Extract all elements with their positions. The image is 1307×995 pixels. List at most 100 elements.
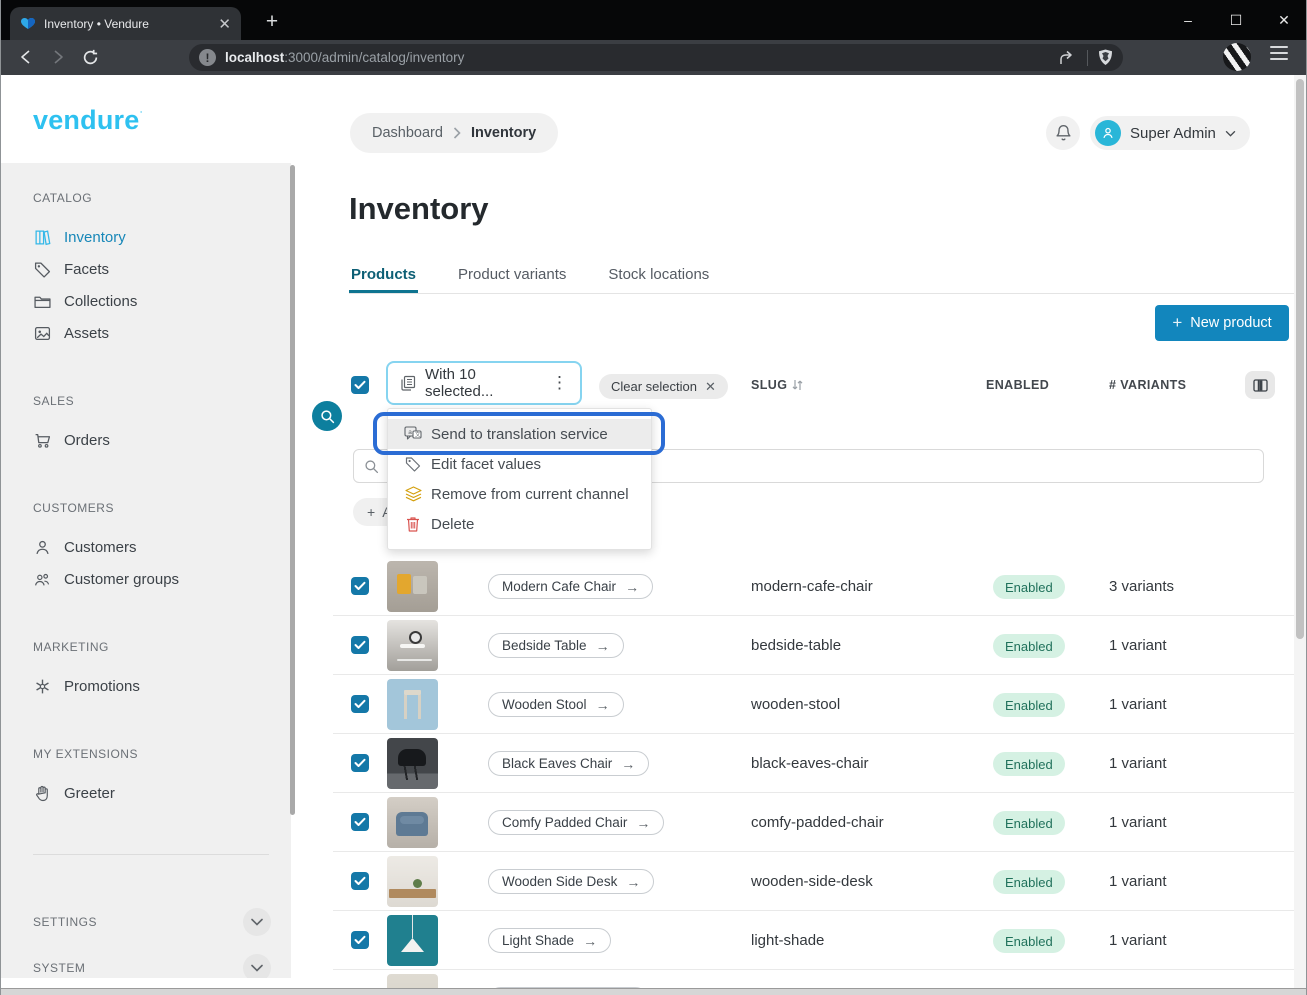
- book-icon: [33, 228, 51, 246]
- product-slug: modern-cafe-chair: [751, 578, 873, 595]
- breadcrumb[interactable]: Dashboard Inventory: [350, 113, 558, 153]
- product-link[interactable]: Black Eaves Chair→: [488, 751, 649, 776]
- tab-products[interactable]: Products: [349, 260, 418, 293]
- sidebar-item-inventory[interactable]: Inventory: [33, 221, 273, 253]
- window-minimize-button[interactable]: –: [1180, 12, 1196, 28]
- scrollbar-thumb[interactable]: [1296, 79, 1304, 639]
- column-header-enabled[interactable]: ENABLED: [986, 378, 1049, 392]
- settings-expand-button[interactable]: [243, 908, 271, 936]
- menu-item-remove-from-channel[interactable]: Remove from current channel: [388, 479, 651, 509]
- translate-icon: a文: [404, 426, 422, 442]
- product-link[interactable]: Comfy Padded Chair→: [488, 810, 664, 835]
- browser-window: Inventory • Vendure ✕ + – ☐ ✕ ! localhos…: [0, 0, 1307, 995]
- breadcrumb-dashboard[interactable]: Dashboard: [372, 125, 443, 141]
- cart-icon: [33, 431, 51, 449]
- sidebar-item-label: Customer groups: [64, 571, 179, 588]
- tab-stock-locations[interactable]: Stock locations: [606, 260, 711, 293]
- row-checkbox[interactable]: [351, 695, 369, 713]
- row-checkbox[interactable]: [351, 931, 369, 949]
- product-thumbnail: [387, 679, 438, 730]
- tab-bar: Products Product variants Stock location…: [349, 260, 1294, 294]
- window-close-button[interactable]: ✕: [1276, 12, 1292, 29]
- sidebar-scrollbar[interactable]: [290, 165, 295, 815]
- sidebar-item-customers[interactable]: Customers: [33, 531, 273, 563]
- sidebar-item-label: Assets: [64, 325, 109, 342]
- product-link[interactable]: Modern Cafe Chair→: [488, 574, 653, 599]
- columns-icon: [1253, 379, 1268, 392]
- kebab-menu-icon: ⋮: [551, 373, 568, 393]
- row-checkbox[interactable]: [351, 872, 369, 890]
- row-checkbox[interactable]: [351, 636, 369, 654]
- row-checkbox[interactable]: [351, 813, 369, 831]
- status-badge: Enabled: [993, 811, 1065, 835]
- new-product-button[interactable]: + New product: [1155, 305, 1289, 341]
- row-checkbox[interactable]: [351, 577, 369, 595]
- product-slug: wooden-side-desk: [751, 873, 873, 890]
- reload-button-icon[interactable]: [78, 45, 102, 69]
- table-row-partial: [333, 970, 1294, 988]
- browser-tab-strip: Inventory • Vendure ✕ + – ☐ ✕: [1, 0, 1306, 40]
- product-link[interactable]: Wooden Side Desk→: [488, 869, 654, 894]
- sidebar-item-promotions[interactable]: Promotions: [33, 670, 273, 702]
- product-slug: wooden-stool: [751, 696, 840, 713]
- site-info-icon[interactable]: !: [199, 49, 216, 66]
- sidebar-item-collections[interactable]: Collections: [33, 285, 273, 317]
- menu-item-delete[interactable]: Delete: [388, 509, 651, 539]
- system-expand-button[interactable]: [243, 954, 271, 978]
- new-tab-button[interactable]: +: [259, 10, 285, 34]
- variant-count: 1 variant: [1109, 637, 1167, 654]
- variant-count: 1 variant: [1109, 932, 1167, 949]
- share-icon[interactable]: [1059, 50, 1077, 66]
- brave-shield-icon[interactable]: [1098, 49, 1113, 66]
- promo-icon: [33, 677, 51, 695]
- browser-menu-icon[interactable]: [1270, 46, 1288, 60]
- browser-tab[interactable]: Inventory • Vendure ✕: [10, 7, 241, 40]
- forward-button-icon[interactable]: [46, 45, 70, 69]
- clear-selection-chip[interactable]: Clear selection ✕: [599, 374, 728, 399]
- row-checkbox[interactable]: [351, 754, 369, 772]
- tab-close-icon[interactable]: ✕: [218, 15, 231, 33]
- sidebar-item-facets[interactable]: Facets: [33, 253, 273, 285]
- column-header-variants[interactable]: # VARIANTS: [1109, 378, 1186, 392]
- tab-product-variants[interactable]: Product variants: [456, 260, 568, 293]
- product-link[interactable]: Wooden Stool→: [488, 692, 624, 717]
- table-row: Wooden Side Desk→ wooden-side-desk Enabl…: [333, 852, 1294, 911]
- sidebar-item-assets[interactable]: Assets: [33, 317, 273, 349]
- chevron-right-icon: [453, 127, 461, 139]
- chevron-down-icon: [251, 918, 263, 926]
- product-link[interactable]: Bedside Table→: [488, 633, 624, 658]
- back-button-icon[interactable]: [14, 45, 38, 69]
- url-path: :3000/admin/catalog/inventory: [284, 50, 464, 65]
- page-scrollbar[interactable]: [1294, 75, 1306, 988]
- variant-count: 3 variants: [1109, 578, 1174, 595]
- table-row: Modern Cafe Chair→ modern-cafe-chair Ena…: [333, 557, 1294, 616]
- menu-item-edit-facet-values[interactable]: Edit facet values: [388, 449, 651, 479]
- close-icon: ✕: [705, 379, 716, 395]
- status-badge: Enabled: [993, 870, 1065, 894]
- column-settings-button[interactable]: [1245, 371, 1275, 399]
- menu-item-send-to-translation[interactable]: a文 Send to translation service: [388, 419, 651, 449]
- plus-icon: +: [1172, 313, 1182, 333]
- sort-icon[interactable]: [792, 379, 803, 391]
- variant-count: 1 variant: [1109, 814, 1167, 831]
- url-bar[interactable]: ! localhost :3000/admin/catalog/inventor…: [189, 44, 1123, 71]
- status-badge: Enabled: [993, 929, 1065, 953]
- hand-icon: [33, 784, 51, 802]
- select-all-checkbox[interactable]: [351, 376, 369, 394]
- product-thumbnail: [387, 797, 438, 848]
- column-header-slug[interactable]: SLUG: [751, 378, 803, 392]
- sidebar-item-label: Customers: [64, 539, 137, 556]
- tag-icon: [33, 260, 51, 278]
- sidebar-item-orders[interactable]: Orders: [33, 424, 273, 456]
- section-label-my-extensions: MY EXTENSIONS: [33, 747, 291, 761]
- product-link[interactable]: Light Shade→: [488, 928, 611, 953]
- status-badge: Enabled: [993, 693, 1065, 717]
- notifications-button[interactable]: [1046, 116, 1080, 150]
- user-menu[interactable]: Super Admin: [1090, 116, 1250, 150]
- browser-profile-avatar[interactable]: [1223, 43, 1251, 71]
- sidebar-item-customer-groups[interactable]: Customer groups: [33, 563, 273, 595]
- window-maximize-button[interactable]: ☐: [1228, 12, 1244, 29]
- search-toggle-button[interactable]: [312, 401, 342, 431]
- sidebar-item-greeter[interactable]: Greeter: [33, 777, 273, 809]
- bulk-actions-button[interactable]: With 10 selected... ⋮: [386, 361, 582, 405]
